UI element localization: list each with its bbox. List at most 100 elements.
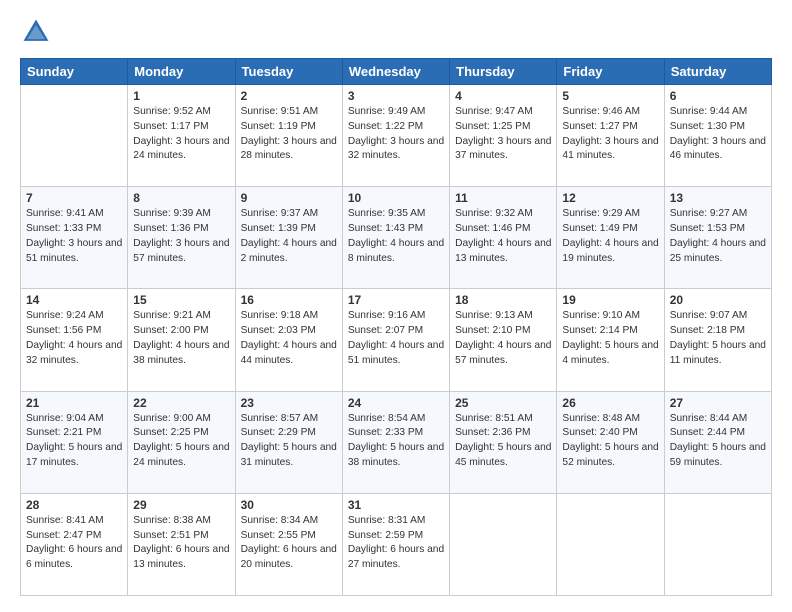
day-number: 2	[241, 89, 337, 103]
calendar-cell: 1Sunrise: 9:52 AMSunset: 1:17 PMDaylight…	[128, 85, 235, 187]
calendar-cell: 10 Sunrise: 9:35 AMSunset: 1:43 PMDayligh…	[342, 187, 449, 289]
day-info: Sunrise: 8:57 AMSunset: 2:29 PMDaylight:…	[241, 412, 337, 471]
day-number: 18	[455, 293, 551, 307]
calendar-cell: 21 Sunrise: 9:04 AMSunset: 2:21 PMDayligh…	[21, 391, 128, 493]
day-number: 10	[348, 191, 444, 205]
day-number: 30	[241, 498, 337, 512]
calendar-cell	[664, 493, 771, 595]
weekday-header-monday: Monday	[128, 59, 235, 85]
weekday-header-sunday: Sunday	[21, 59, 128, 85]
weekday-header-tuesday: Tuesday	[235, 59, 342, 85]
day-number: 16	[241, 293, 337, 307]
calendar-cell: 20Sunrise: 9:07 AMSunset: 2:18 PMDayligh…	[664, 289, 771, 391]
day-info: Sunrise: 9:04 AMSunset: 2:21 PMDaylight:…	[26, 412, 122, 471]
calendar-cell: 6Sunrise: 9:44 AMSunset: 1:30 PMDaylight…	[664, 85, 771, 187]
day-number: 25	[455, 396, 551, 410]
day-info: Sunrise: 8:44 AMSunset: 2:44 PMDaylight:…	[670, 412, 766, 471]
day-number: 14	[26, 293, 122, 307]
calendar-cell: 3 Sunrise: 9:49 AMSunset: 1:22 PMDaylight…	[342, 85, 449, 187]
day-info: Sunrise: 8:51 AMSunset: 2:36 PMDaylight:…	[455, 412, 551, 471]
weekday-header-saturday: Saturday	[664, 59, 771, 85]
day-info: Sunrise: 9:32 AMSunset: 1:46 PMDaylight:…	[455, 207, 551, 266]
day-number: 19	[562, 293, 658, 307]
day-info: Sunrise: 8:38 AMSunset: 2:51 PMDaylight:…	[133, 514, 229, 573]
day-info: Sunrise: 8:48 AMSunset: 2:40 PMDaylight:…	[562, 412, 658, 471]
day-number: 11	[455, 191, 551, 205]
day-info: Sunrise: 8:34 AMSunset: 2:55 PMDaylight:…	[241, 514, 337, 573]
calendar-cell: 27 Sunrise: 8:44 AMSunset: 2:44 PMDayligh…	[664, 391, 771, 493]
calendar-cell: 17Sunrise: 9:16 AMSunset: 2:07 PMDayligh…	[342, 289, 449, 391]
day-info: Sunrise: 9:44 AMSunset: 1:30 PMDaylight:…	[670, 105, 766, 164]
calendar-cell: 14 Sunrise: 9:24 AMSunset: 1:56 PMDayligh…	[21, 289, 128, 391]
calendar-cell: 19 Sunrise: 9:10 AMSunset: 2:14 PMDayligh…	[557, 289, 664, 391]
week-row-3: 14 Sunrise: 9:24 AMSunset: 1:56 PMDayligh…	[21, 289, 772, 391]
day-number: 21	[26, 396, 122, 410]
logo	[20, 16, 56, 48]
calendar-cell: 18 Sunrise: 9:13 AMSunset: 2:10 PMDayligh…	[450, 289, 557, 391]
day-info: Sunrise: 9:51 AMSunset: 1:19 PMDaylight:…	[241, 105, 337, 164]
day-info: Sunrise: 8:41 AMSunset: 2:47 PMDaylight:…	[26, 514, 122, 573]
calendar-cell: 12 Sunrise: 9:29 AMSunset: 1:49 PMDayligh…	[557, 187, 664, 289]
calendar-cell: 26 Sunrise: 8:48 AMSunset: 2:40 PMDayligh…	[557, 391, 664, 493]
calendar-cell: 2 Sunrise: 9:51 AMSunset: 1:19 PMDaylight…	[235, 85, 342, 187]
logo-icon	[20, 16, 52, 48]
day-info: Sunrise: 9:21 AMSunset: 2:00 PMDaylight:…	[133, 309, 229, 368]
day-number: 22	[133, 396, 229, 410]
day-number: 8	[133, 191, 229, 205]
weekday-header-thursday: Thursday	[450, 59, 557, 85]
day-number: 28	[26, 498, 122, 512]
day-number: 15	[133, 293, 229, 307]
day-number: 26	[562, 396, 658, 410]
day-info: Sunrise: 9:29 AMSunset: 1:49 PMDaylight:…	[562, 207, 658, 266]
calendar-cell: 13 Sunrise: 9:27 AMSunset: 1:53 PMDayligh…	[664, 187, 771, 289]
day-info: Sunrise: 9:27 AMSunset: 1:53 PMDaylight:…	[670, 207, 766, 266]
weekday-header-wednesday: Wednesday	[342, 59, 449, 85]
calendar-cell: 11 Sunrise: 9:32 AMSunset: 1:46 PMDayligh…	[450, 187, 557, 289]
day-info: Sunrise: 9:52 AMSunset: 1:17 PMDaylight:…	[133, 105, 229, 164]
day-number: 23	[241, 396, 337, 410]
day-info: Sunrise: 9:13 AMSunset: 2:10 PMDaylight:…	[455, 309, 551, 368]
day-number: 24	[348, 396, 444, 410]
calendar-cell: 8 Sunrise: 9:39 AMSunset: 1:36 PMDaylight…	[128, 187, 235, 289]
day-info: Sunrise: 9:39 AMSunset: 1:36 PMDaylight:…	[133, 207, 229, 266]
calendar-cell: 29 Sunrise: 8:38 AMSunset: 2:51 PMDayligh…	[128, 493, 235, 595]
calendar-cell: 5Sunrise: 9:46 AMSunset: 1:27 PMDaylight…	[557, 85, 664, 187]
day-info: Sunrise: 9:37 AMSunset: 1:39 PMDaylight:…	[241, 207, 337, 266]
day-info: Sunrise: 9:49 AMSunset: 1:22 PMDaylight:…	[348, 105, 444, 164]
page: SundayMondayTuesdayWednesdayThursdayFrid…	[0, 0, 792, 612]
day-number: 4	[455, 89, 551, 103]
day-number: 20	[670, 293, 766, 307]
week-row-5: 28 Sunrise: 8:41 AMSunset: 2:47 PMDayligh…	[21, 493, 772, 595]
day-info: Sunrise: 9:18 AMSunset: 2:03 PMDaylight:…	[241, 309, 337, 368]
day-number: 3	[348, 89, 444, 103]
calendar-cell	[21, 85, 128, 187]
day-number: 29	[133, 498, 229, 512]
day-info: Sunrise: 9:24 AMSunset: 1:56 PMDaylight:…	[26, 309, 122, 368]
calendar-cell: 7Sunrise: 9:41 AMSunset: 1:33 PMDaylight…	[21, 187, 128, 289]
day-info: Sunrise: 9:16 AMSunset: 2:07 PMDaylight:…	[348, 309, 444, 368]
day-info: Sunrise: 9:00 AMSunset: 2:25 PMDaylight:…	[133, 412, 229, 471]
day-info: Sunrise: 9:46 AMSunset: 1:27 PMDaylight:…	[562, 105, 658, 164]
calendar-cell: 4Sunrise: 9:47 AMSunset: 1:25 PMDaylight…	[450, 85, 557, 187]
day-info: Sunrise: 8:31 AMSunset: 2:59 PMDaylight:…	[348, 514, 444, 573]
week-row-2: 7Sunrise: 9:41 AMSunset: 1:33 PMDaylight…	[21, 187, 772, 289]
day-info: Sunrise: 9:35 AMSunset: 1:43 PMDaylight:…	[348, 207, 444, 266]
day-info: Sunrise: 9:10 AMSunset: 2:14 PMDaylight:…	[562, 309, 658, 368]
day-number: 31	[348, 498, 444, 512]
day-number: 27	[670, 396, 766, 410]
day-info: Sunrise: 8:54 AMSunset: 2:33 PMDaylight:…	[348, 412, 444, 471]
calendar-cell	[450, 493, 557, 595]
calendar-cell	[557, 493, 664, 595]
calendar-cell: 15 Sunrise: 9:21 AMSunset: 2:00 PMDayligh…	[128, 289, 235, 391]
day-info: Sunrise: 9:41 AMSunset: 1:33 PMDaylight:…	[26, 207, 122, 266]
calendar-cell: 9Sunrise: 9:37 AMSunset: 1:39 PMDaylight…	[235, 187, 342, 289]
calendar-cell: 24 Sunrise: 8:54 AMSunset: 2:33 PMDayligh…	[342, 391, 449, 493]
day-number: 13	[670, 191, 766, 205]
weekday-header-row: SundayMondayTuesdayWednesdayThursdayFrid…	[21, 59, 772, 85]
calendar-table: SundayMondayTuesdayWednesdayThursdayFrid…	[20, 58, 772, 596]
day-number: 12	[562, 191, 658, 205]
week-row-4: 21 Sunrise: 9:04 AMSunset: 2:21 PMDayligh…	[21, 391, 772, 493]
calendar-cell: 31 Sunrise: 8:31 AMSunset: 2:59 PMDayligh…	[342, 493, 449, 595]
calendar-cell: 16 Sunrise: 9:18 AMSunset: 2:03 PMDayligh…	[235, 289, 342, 391]
calendar-cell: 25 Sunrise: 8:51 AMSunset: 2:36 PMDayligh…	[450, 391, 557, 493]
